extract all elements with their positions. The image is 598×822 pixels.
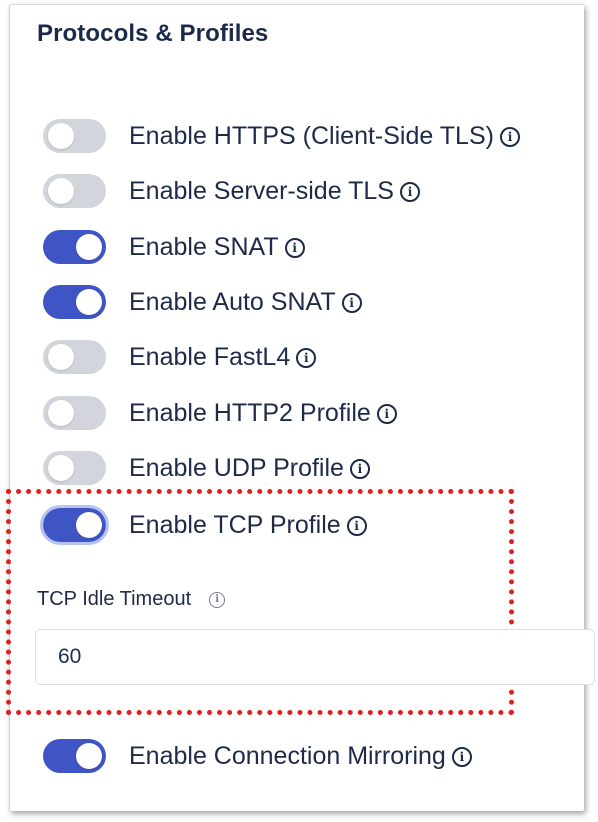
toggle-knob xyxy=(48,455,74,481)
fastl4-toggle[interactable] xyxy=(43,340,106,374)
udp-toggle[interactable] xyxy=(43,451,106,485)
toggle-label: Enable HTTP2 Profile i xyxy=(129,399,397,428)
info-icon[interactable]: i xyxy=(341,292,362,313)
toggle-knob xyxy=(76,743,102,769)
toggle-label: Enable UDP Profile i xyxy=(129,454,370,483)
toggle-row-connection-mirroring[interactable]: Enable Connection Mirroring i xyxy=(43,736,472,776)
info-icon[interactable]: i xyxy=(499,126,520,147)
toggle-label: Enable Connection Mirroring i xyxy=(129,742,472,771)
toggle-row-https[interactable]: Enable HTTPS (Client-Side TLS) i xyxy=(43,116,520,156)
tcp-idle-timeout-input[interactable] xyxy=(35,629,595,685)
toggle-label-text: Enable Connection Mirroring xyxy=(129,741,446,770)
toggle-label-text: Enable Server-side TLS xyxy=(129,176,394,205)
toggle-label: Enable FastL4 i xyxy=(129,342,317,372)
toggle-label-text: Enable Auto SNAT xyxy=(129,287,336,316)
field-label-text: TCP Idle Timeout xyxy=(37,588,192,610)
tcp-toggle[interactable] xyxy=(40,505,109,545)
section-title: Protocols & Profiles xyxy=(37,20,269,47)
info-icon[interactable]: i xyxy=(209,591,226,608)
toggle-row-fastl4[interactable]: Enable FastL4 i xyxy=(43,337,317,377)
toggle-label: Enable Server-side TLS i xyxy=(129,177,420,206)
https-toggle[interactable] xyxy=(43,119,106,153)
toggle-label: Enable TCP Profile i xyxy=(129,511,367,540)
toggle-knob xyxy=(76,512,102,538)
http2-toggle[interactable] xyxy=(43,396,106,430)
toggle-knob xyxy=(76,234,102,260)
toggle-knob xyxy=(48,344,74,370)
connection-mirroring-toggle[interactable] xyxy=(43,739,106,773)
toggle-row-snat[interactable]: Enable SNAT i xyxy=(43,227,305,267)
toggle-knob xyxy=(76,289,102,315)
toggle-label: Enable HTTPS (Client-Side TLS) i xyxy=(129,122,520,151)
toggle-row-tcp[interactable]: Enable TCP Profile i xyxy=(40,505,367,545)
toggle-label-text: Enable HTTPS (Client-Side TLS) xyxy=(129,121,494,150)
tcp-idle-timeout-label: TCP Idle Timeout i xyxy=(37,588,226,611)
info-icon[interactable]: i xyxy=(376,403,397,424)
toggle-label: Enable SNAT i xyxy=(129,233,305,262)
toggle-row-auto-snat[interactable]: Enable Auto SNAT i xyxy=(43,282,362,322)
info-icon[interactable]: i xyxy=(346,515,367,536)
info-icon[interactable]: i xyxy=(451,746,472,767)
info-icon[interactable]: i xyxy=(296,347,317,368)
toggle-knob xyxy=(48,123,74,149)
toggle-label-text: Enable HTTP2 Profile xyxy=(129,398,371,427)
toggle-label-text: Enable FastL4 xyxy=(129,342,291,371)
toggle-row-udp[interactable]: Enable UDP Profile i xyxy=(43,448,370,488)
info-icon[interactable]: i xyxy=(284,237,305,258)
info-icon[interactable]: i xyxy=(349,458,370,479)
toggle-row-http2[interactable]: Enable HTTP2 Profile i xyxy=(43,393,397,433)
auto-snat-toggle[interactable] xyxy=(43,285,106,319)
toggle-label-text: Enable TCP Profile xyxy=(129,510,341,539)
toggle-knob xyxy=(48,400,74,426)
toggle-label-text: Enable SNAT xyxy=(129,232,279,261)
snat-toggle[interactable] xyxy=(43,230,106,264)
info-icon[interactable]: i xyxy=(399,181,420,202)
toggle-row-server-tls[interactable]: Enable Server-side TLS i xyxy=(43,171,420,211)
toggle-label-text: Enable UDP Profile xyxy=(129,453,344,482)
toggle-knob xyxy=(48,178,74,204)
server-tls-toggle[interactable] xyxy=(43,174,106,208)
toggle-label: Enable Auto SNAT i xyxy=(129,288,362,317)
